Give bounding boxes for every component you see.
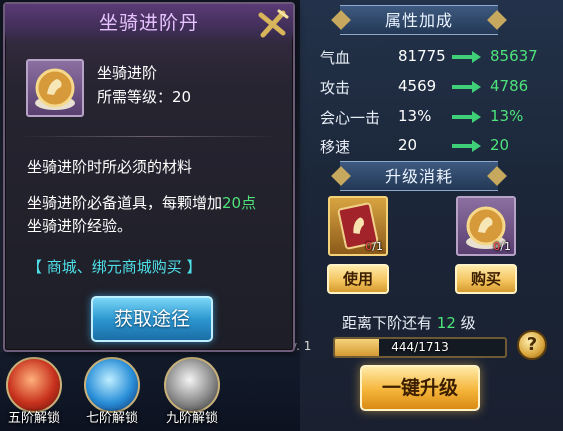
use-button[interactable]: 使用 [327, 264, 389, 294]
arrow-right-icon [452, 51, 481, 63]
cost-count: 0/1 [493, 240, 511, 253]
help-button[interactable]: ? [517, 330, 547, 360]
mount-upgrade-screen: 属性加成 气血 81775 85637 攻击 4569 4786 会心一击 13… [0, 0, 563, 431]
get-source-button[interactable]: 获取途径 [91, 296, 213, 342]
silver-horse-icon [164, 357, 220, 413]
item-effect-line-2: 坐骑进阶经验。 [27, 217, 133, 235]
exp-progress-bar: 444/1713 [333, 337, 507, 358]
cost-item-pill[interactable]: 0/1 [456, 196, 516, 256]
attr-name: 气血 [320, 49, 351, 67]
buy-button[interactable]: 购买 [455, 264, 517, 294]
cost-item-book[interactable]: 0/1 [328, 196, 388, 256]
attr-current: 81775 [398, 47, 446, 65]
attr-row-hp: 气血 81775 85637 [320, 47, 560, 71]
unlock-stage-7[interactable]: 七阶解锁 [80, 357, 144, 426]
arrow-right-icon [452, 111, 481, 123]
attr-current: 13% [398, 107, 432, 125]
tooltip-title: 坐骑进阶丹 [5, 4, 293, 42]
item-description: 坐骑进阶时所必须的材料 [27, 158, 193, 176]
item-name: 坐骑进阶 [97, 64, 158, 82]
cost-count: 0/1 [365, 240, 383, 253]
attr-row-speed: 移速 20 20 [320, 136, 560, 160]
attr-row-crit: 会心一击 13% 13% [320, 107, 560, 131]
unlock-label: 五阶解锁 [7, 411, 60, 426]
unlock-stage-5[interactable]: 五阶解锁 [2, 357, 66, 426]
exp-progress-text: 444/1713 [391, 340, 449, 354]
unlock-stage-9[interactable]: 九阶解锁 [160, 357, 224, 426]
cost-header: 升级消耗 [340, 161, 498, 191]
advance-pill-icon [35, 68, 75, 110]
arrow-right-icon [452, 81, 481, 93]
attr-next: 4786 [490, 77, 529, 95]
attr-row-attack: 攻击 4569 4786 [320, 77, 560, 101]
next-stage-info: 距离下阶还有 12 级 [342, 314, 476, 332]
attr-current: 20 [398, 136, 418, 154]
unlock-label: 七阶解锁 [85, 411, 138, 426]
item-level-requirement: 所需等级：20 [97, 88, 192, 106]
divider [19, 136, 279, 137]
attr-name: 攻击 [320, 79, 351, 97]
item-source-links[interactable]: 【 商城、绑元商城购买 】 [27, 256, 202, 277]
arrow-right-icon [452, 140, 481, 152]
one-click-upgrade-button[interactable]: 一键升级 [360, 365, 480, 411]
attr-next: 13% [490, 107, 524, 125]
attributes-header: 属性加成 [340, 5, 498, 35]
attr-next: 20 [490, 136, 510, 154]
attr-next: 85637 [490, 47, 538, 65]
ice-horse-icon [84, 357, 140, 413]
fire-horse-icon [6, 357, 62, 413]
item-tooltip: 坐骑进阶丹 坐骑进阶 所需等级：20 坐骑进阶时所必须的材料 坐骑进阶必备道具，… [3, 2, 295, 352]
attr-name: 移速 [320, 138, 351, 156]
close-icon[interactable] [255, 7, 289, 41]
attr-current: 4569 [398, 77, 437, 95]
item-slot [26, 59, 84, 117]
levels-remaining: 12 [436, 314, 456, 332]
item-effect-line: 坐骑进阶必备道具，每颗增加20点 [27, 194, 257, 212]
unlock-label: 九阶解锁 [165, 411, 218, 426]
attr-name: 会心一击 [320, 109, 381, 127]
